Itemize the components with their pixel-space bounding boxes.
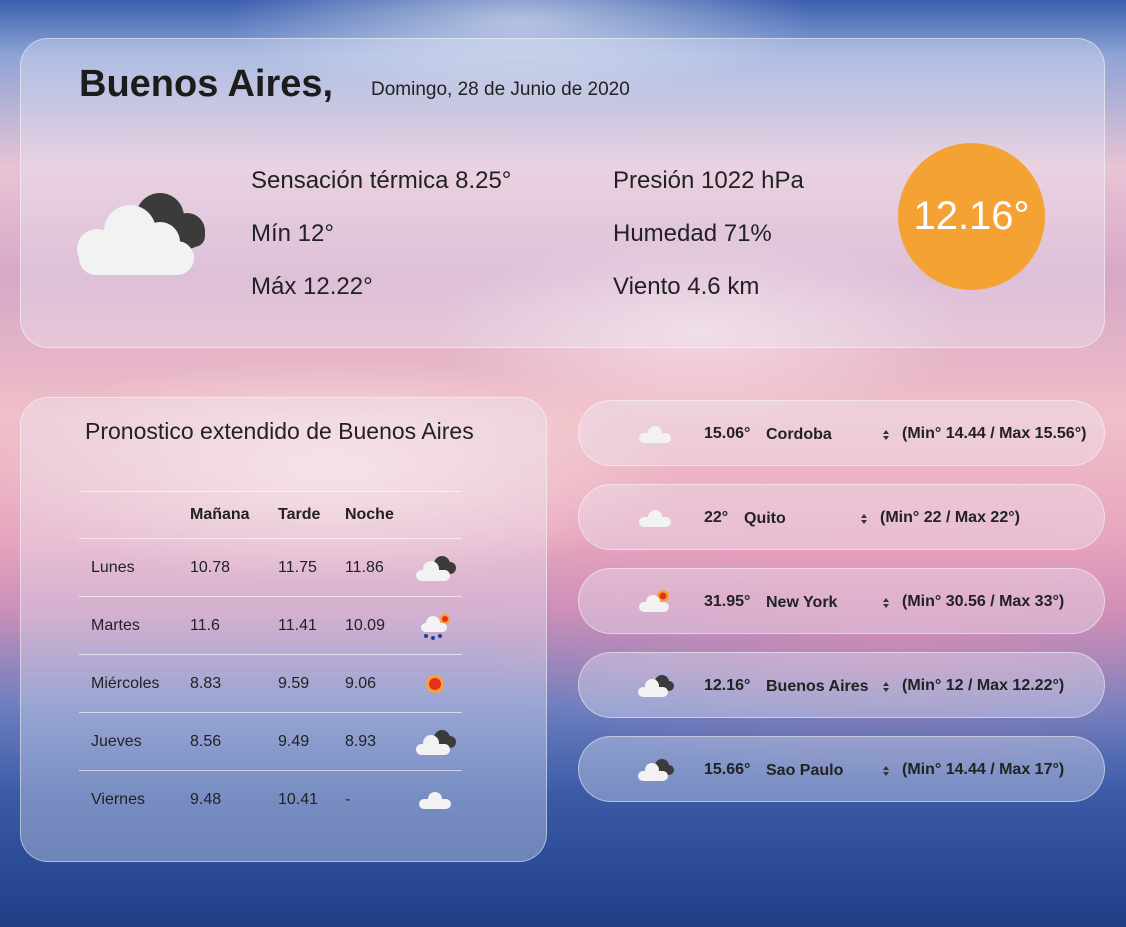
day-cell: Lunes <box>79 538 178 597</box>
city-temp: 15.66° <box>704 761 751 778</box>
table-row: Martes 11.6 11.41 10.09 <box>79 596 462 655</box>
sun-cloud-icon <box>639 590 669 612</box>
cloud-icon <box>639 426 671 443</box>
city-name: Cordoba <box>766 426 832 443</box>
morning-cell: 9.48 <box>177 770 267 828</box>
cloud-icon <box>418 791 451 809</box>
city-row-cordoba[interactable]: 15.06° Cordoba (Min° 14.44 / Max 15.56°) <box>578 400 1105 466</box>
city-name: New York <box>766 594 838 611</box>
city-temp: 15.06° <box>704 425 751 442</box>
night-cell: 9.06 <box>332 654 408 713</box>
header-afternoon: Tarde <box>266 491 333 539</box>
afternoon-cell: 11.41 <box>266 596 333 655</box>
forecast-card: Pronostico extendido de Buenos Aires Mañ… <box>20 397 547 862</box>
table-row: Lunes 10.78 11.75 11.86 <box>79 538 462 597</box>
table-row: Viernes 9.48 10.41 - <box>79 770 462 828</box>
night-cell: 8.93 <box>332 712 408 771</box>
forecast-table: Mañana Tarde Noche Lunes 10.78 11.75 11.… <box>79 491 462 828</box>
table-row: Miércoles 8.83 9.59 9.06 <box>79 654 462 713</box>
current-weather-card: Buenos Aires, Domingo, 28 de Junio de 20… <box>20 38 1105 348</box>
morning-cell: 8.83 <box>177 654 267 713</box>
sort-icon[interactable] <box>882 681 890 693</box>
dark-clouds-icon <box>77 193 205 275</box>
sort-icon[interactable] <box>860 513 868 525</box>
cloud-icon <box>639 510 671 527</box>
city-range: (Min° 30.56 / Max 33°) <box>902 593 1065 610</box>
afternoon-cell: 9.49 <box>266 712 333 771</box>
day-cell: Viernes <box>79 770 178 828</box>
city-temp: 31.95° <box>704 593 751 610</box>
city-title: Buenos Aires, <box>79 63 334 105</box>
afternoon-cell: 10.41 <box>266 770 333 828</box>
header-day <box>79 491 178 539</box>
header-night: Noche <box>332 491 408 539</box>
date-label: Domingo, 28 de Junio de 2020 <box>371 79 630 100</box>
table-row: Jueves 8.56 9.49 8.93 <box>79 712 462 771</box>
dark-clouds-icon <box>638 759 674 781</box>
dark-clouds-icon <box>638 675 674 697</box>
header-morning: Mañana <box>177 491 267 539</box>
min-temp-text: Mín 12° <box>251 220 334 247</box>
max-temp-text: Máx 12.22° <box>251 273 373 300</box>
morning-cell: 8.56 <box>177 712 267 771</box>
feels-like-text: Sensación térmica 8.25° <box>251 167 512 194</box>
forecast-title: Pronostico extendido de Buenos Aires <box>85 418 474 444</box>
sun-icon <box>425 674 444 693</box>
sort-icon[interactable] <box>882 765 890 777</box>
current-temp-badge: 12.16° <box>898 143 1045 290</box>
city-name: Quito <box>744 510 786 527</box>
day-cell: Jueves <box>79 712 178 771</box>
humidity-text: Humedad 71% <box>613 220 772 247</box>
header-icon <box>407 491 462 539</box>
city-name: Buenos Aires <box>766 678 869 695</box>
sort-icon[interactable] <box>882 429 890 441</box>
dark-clouds-icon <box>415 555 456 581</box>
city-row-new-york[interactable]: 31.95° New York (Min° 30.56 / Max 33°) <box>578 568 1105 634</box>
afternoon-cell: 9.59 <box>266 654 333 713</box>
wind-text: Viento 4.6 km <box>613 273 760 300</box>
city-range: (Min° 22 / Max 22°) <box>880 509 1020 526</box>
day-cell: Martes <box>79 596 178 655</box>
city-range: (Min° 14.44 / Max 17°) <box>902 761 1065 778</box>
pressure-text: Presión 1022 hPa <box>613 167 804 194</box>
morning-cell: 10.78 <box>177 538 267 597</box>
city-range: (Min° 12 / Max 12.22°) <box>902 677 1065 694</box>
night-cell: - <box>332 770 408 828</box>
forecast-header-row: Mañana Tarde Noche <box>79 491 462 539</box>
morning-cell: 11.6 <box>177 596 267 655</box>
afternoon-cell: 11.75 <box>266 538 333 597</box>
night-cell: 10.09 <box>332 596 408 655</box>
rain-sun-icon <box>420 613 450 640</box>
city-name: Sao Paulo <box>766 762 844 779</box>
night-cell: 11.86 <box>332 538 408 597</box>
city-row-buenos-aires[interactable]: 12.16° Buenos Aires (Min° 12 / Max 12.22… <box>578 652 1105 718</box>
dark-clouds-icon <box>415 729 456 755</box>
sort-icon[interactable] <box>882 597 890 609</box>
city-temp: 12.16° <box>704 677 751 694</box>
city-temp: 22° <box>704 509 729 526</box>
city-row-quito[interactable]: 22° Quito (Min° 22 / Max 22°) <box>578 484 1105 550</box>
city-range: (Min° 14.44 / Max 15.56°) <box>902 425 1087 442</box>
day-cell: Miércoles <box>79 654 178 713</box>
city-row-sao-paulo[interactable]: 15.66° Sao Paulo (Min° 14.44 / Max 17°) <box>578 736 1105 802</box>
